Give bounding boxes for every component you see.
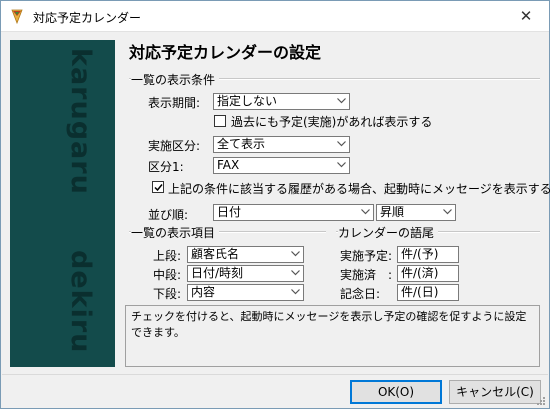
middle-row-label: 中段: [153,268,182,282]
lower-row-label: 下段: [153,287,182,301]
period-label: 表示期間: [148,96,201,110]
upper-row-label: 上段: [153,249,182,263]
chevron-down-icon[interactable] [335,158,349,173]
category-select-value: 全て表示 [217,137,266,151]
category-select[interactable]: 全て表示 [213,136,350,153]
anniversary-suffix-label: 記念日: [340,287,381,301]
app-logo-icon [9,8,25,25]
resize-grip-icon[interactable] [536,396,546,406]
title-bar[interactable]: 対応予定カレンダー ✕ [1,1,549,32]
chevron-down-icon[interactable] [335,94,349,109]
kubun-select[interactable]: FAX [213,157,350,174]
kubun-label: 区分1: [148,160,184,174]
period-select-value: 指定しない [217,94,278,108]
button-bar: OK(O) キャンセル(C) [2,374,548,408]
brand-word-karugaru: karugaru [65,48,96,195]
ok-button[interactable]: OK(O) [350,380,442,404]
sort-order-select[interactable]: 昇順 [376,204,456,221]
kubun-select-value: FAX [217,158,240,172]
cancel-button[interactable]: キャンセル(C) [449,380,541,404]
chevron-down-icon[interactable] [359,205,373,220]
period-select[interactable]: 指定しない [213,93,350,110]
chevron-down-icon[interactable] [289,285,303,300]
window-title: 対応予定カレンダー [33,11,142,25]
upper-row-select[interactable]: 顧客氏名 [187,246,304,263]
close-icon[interactable]: ✕ [503,1,549,31]
chevron-down-icon[interactable] [289,247,303,262]
sort-select[interactable]: 日付 [213,204,374,221]
done-suffix-input[interactable]: 件/(済) [397,265,459,282]
sort-select-value: 日付 [217,205,242,219]
sort-order-select-value: 昇順 [380,205,405,219]
chevron-down-icon[interactable] [335,137,349,152]
dialog-heading: 対応予定カレンダーの設定 [129,43,322,62]
planned-suffix-label: 実施予定: [340,249,393,263]
lower-row-select[interactable]: 内容 [187,284,304,301]
done-suffix-label: 実施済 : [340,268,393,282]
category-label: 実施区分: [148,139,201,153]
sort-label: 並び順: [148,208,189,222]
chevron-down-icon[interactable] [289,266,303,281]
middle-row-select[interactable]: 日付/時刻 [187,265,304,282]
checkmark-icon [154,184,163,192]
brand-word-dekiru: dekiru [65,250,96,354]
startup-message-checkbox[interactable] [152,181,164,193]
past-checkbox-label[interactable]: 過去にも予定(実施)があれば表示する [231,113,432,130]
lower-row-select-value: 内容 [191,285,216,299]
section-title-calendar-terms: カレンダーの語尾 [338,224,439,241]
planned-suffix-input[interactable]: 件/(予) [397,246,459,263]
section-title-list-conditions: 一覧の表示条件 [131,71,220,88]
startup-message-checkbox-label[interactable]: 上記の条件に該当する履歴がある場合、起動時にメッセージを表示する [168,180,550,197]
chevron-down-icon[interactable] [441,205,455,220]
past-checkbox[interactable] [214,115,226,127]
upper-row-select-value: 顧客氏名 [191,247,240,261]
anniversary-suffix-input[interactable]: 件/(日) [397,284,459,301]
section-title-display-items: 一覧の表示項目 [131,224,220,241]
description-box: チェックを付けると、起動時にメッセージを表示し予定の確認を促すように設定できます… [125,305,540,367]
middle-row-select-value: 日付/時刻 [191,266,244,280]
brand-banner: karugaru dekiru [10,40,115,367]
settings-dialog: 対応予定カレンダー ✕ karugaru dekiru 対応予定カレンダーの設定… [0,0,550,409]
